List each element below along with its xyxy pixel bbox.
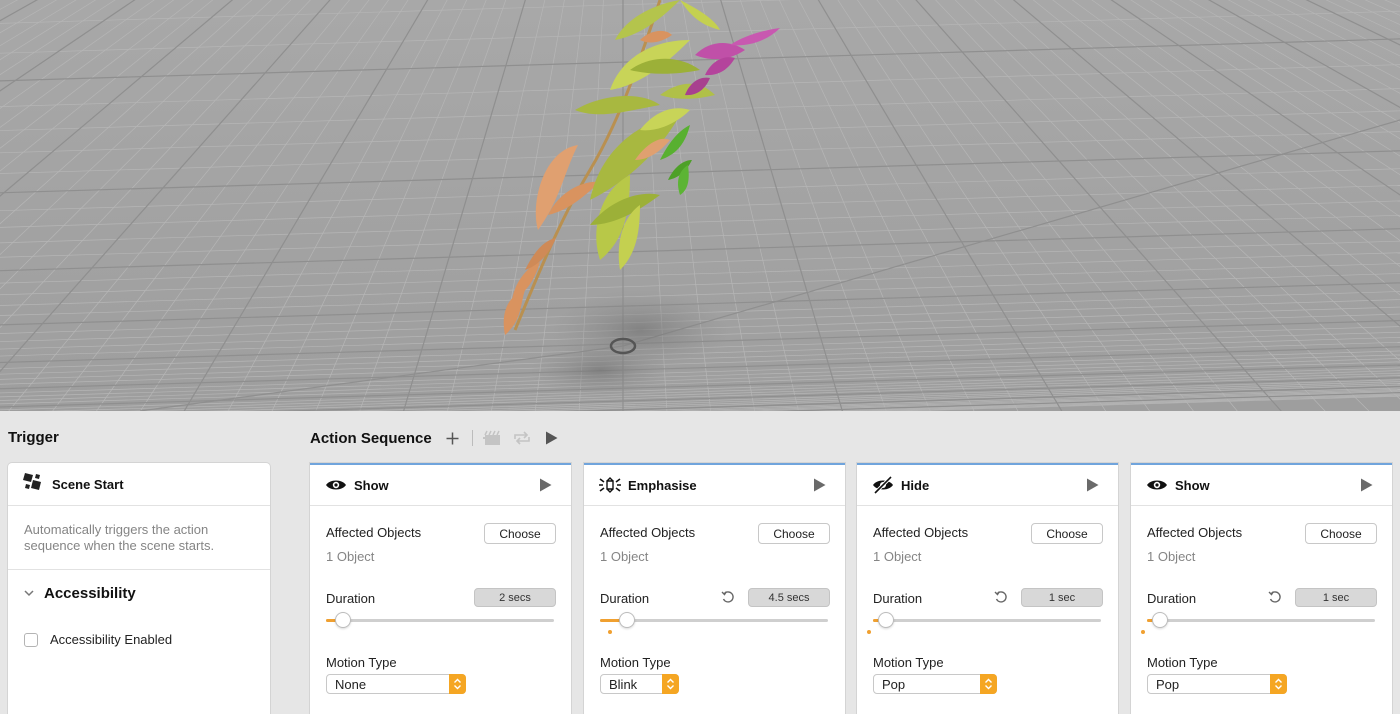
chevron-down-icon	[24, 590, 34, 597]
action-title: Hide	[901, 477, 930, 493]
motion-type-label: Motion Type	[1147, 655, 1218, 670]
trigger-section-title: Trigger	[8, 429, 59, 446]
action-card-1[interactable]: Show Affected Objects 1 Object Choose Du…	[310, 463, 571, 714]
duration-field[interactable]: 2 secs	[474, 588, 556, 607]
duration-slider[interactable]	[326, 612, 554, 628]
play-action-icon[interactable]	[1360, 478, 1374, 492]
motion-type-value: None	[335, 676, 367, 692]
select-chevrons-icon[interactable]	[662, 674, 679, 694]
eye-slash-icon	[871, 475, 895, 495]
trigger-description: Automatically triggers the action sequen…	[8, 506, 270, 570]
play-sequence-icon[interactable]	[541, 427, 563, 449]
action-sequence-header: Action Sequence	[310, 427, 571, 449]
play-action-icon[interactable]	[539, 478, 553, 492]
duration-field[interactable]: 4.5 secs	[748, 588, 830, 607]
loop-icon[interactable]	[511, 427, 533, 449]
affected-objects-label: Affected Objects	[873, 525, 969, 540]
action-title: Emphasise	[628, 477, 697, 493]
affected-objects-count: 1 Object	[600, 549, 649, 564]
plant-model[interactable]	[0, 0, 1400, 411]
affected-objects-count: 1 Object	[326, 549, 375, 564]
motion-type-select[interactable]: Blink	[600, 674, 679, 694]
motion-type-value: Pop	[1156, 676, 1180, 692]
duration-label: Duration	[873, 591, 923, 606]
select-chevrons-icon[interactable]	[1270, 674, 1287, 694]
motion-type-select[interactable]: Pop	[1147, 674, 1287, 694]
motion-type-label: Motion Type	[600, 655, 671, 670]
duration-default-marker	[867, 630, 871, 634]
duration-slider[interactable]	[1141, 612, 1375, 634]
add-icon[interactable]	[442, 427, 464, 449]
affected-objects-label: Affected Objects	[1147, 525, 1243, 540]
duration-slider-thumb[interactable]	[878, 612, 894, 628]
behaviors-panel: Trigger Action Sequence Scene Start Auto…	[0, 411, 1400, 714]
motion-type-select[interactable]: Pop	[873, 674, 997, 694]
motion-type-select[interactable]: None	[326, 674, 466, 694]
choose-button[interactable]: Choose	[758, 523, 830, 544]
motion-type-value: Blink	[609, 676, 638, 692]
action-card-3[interactable]: Hide Affected Objects 1 Object Choose Du…	[857, 463, 1118, 714]
eye-icon	[1145, 475, 1169, 495]
motion-type-label: Motion Type	[326, 655, 397, 670]
scene-viewport[interactable]	[0, 0, 1400, 411]
action-card-4[interactable]: Show Affected Objects 1 Object Choose Du…	[1131, 463, 1392, 714]
action-card-header: Show	[1131, 465, 1392, 506]
scene-start-icon	[22, 471, 44, 498]
toolbar-divider	[471, 430, 473, 446]
clapboard-icon[interactable]	[481, 427, 503, 449]
duration-label: Duration	[1147, 591, 1197, 606]
accessibility-disclosure[interactable]: Accessibility	[8, 570, 270, 602]
trigger-card[interactable]: Scene Start Automatically triggers the a…	[8, 463, 270, 714]
action-card-header: Show	[310, 465, 571, 506]
affected-objects-label: Affected Objects	[326, 525, 422, 540]
trigger-card-header: Scene Start	[8, 463, 270, 506]
duration-default-marker	[1141, 630, 1145, 634]
play-action-icon[interactable]	[813, 478, 827, 492]
action-card-2[interactable]: Emphasise Affected Objects 1 Object Choo…	[584, 463, 845, 714]
affected-objects-label: Affected Objects	[600, 525, 696, 540]
reset-duration-icon[interactable]	[994, 590, 1008, 604]
duration-default-marker	[608, 630, 612, 634]
action-title: Show	[354, 477, 389, 493]
duration-slider[interactable]	[867, 612, 1101, 634]
affected-objects-count: 1 Object	[873, 549, 922, 564]
action-card-header: Hide	[857, 465, 1118, 506]
reset-duration-icon[interactable]	[721, 590, 735, 604]
eye-icon	[324, 475, 348, 495]
accessibility-checkbox[interactable]	[24, 632, 38, 647]
choose-button[interactable]: Choose	[484, 523, 556, 544]
duration-label: Duration	[600, 591, 650, 606]
reset-duration-icon[interactable]	[1268, 590, 1282, 604]
duration-slider-thumb[interactable]	[335, 612, 351, 628]
motion-type-value: Pop	[882, 676, 906, 692]
action-card-header: Emphasise	[584, 465, 845, 506]
duration-slider-thumb[interactable]	[619, 612, 635, 628]
duration-slider[interactable]	[600, 612, 828, 634]
accessibility-title: Accessibility	[44, 585, 136, 602]
play-action-icon[interactable]	[1086, 478, 1100, 492]
duration-label: Duration	[326, 591, 376, 606]
duration-field[interactable]: 1 sec	[1295, 588, 1377, 607]
duration-field[interactable]: 1 sec	[1021, 588, 1103, 607]
choose-button[interactable]: Choose	[1031, 523, 1103, 544]
motion-type-label: Motion Type	[873, 655, 944, 670]
emphasise-icon	[598, 475, 622, 495]
select-chevrons-icon[interactable]	[449, 674, 466, 694]
affected-objects-count: 1 Object	[1147, 549, 1196, 564]
accessibility-enabled-row[interactable]: Accessibility Enabled	[8, 602, 270, 647]
accessibility-checkbox-label: Accessibility Enabled	[50, 632, 173, 647]
choose-button[interactable]: Choose	[1305, 523, 1377, 544]
trigger-card-title: Scene Start	[52, 476, 124, 492]
select-chevrons-icon[interactable]	[980, 674, 997, 694]
action-title: Show	[1175, 477, 1210, 493]
duration-slider-thumb[interactable]	[1152, 612, 1168, 628]
action-sequence-title: Action Sequence	[310, 429, 432, 447]
